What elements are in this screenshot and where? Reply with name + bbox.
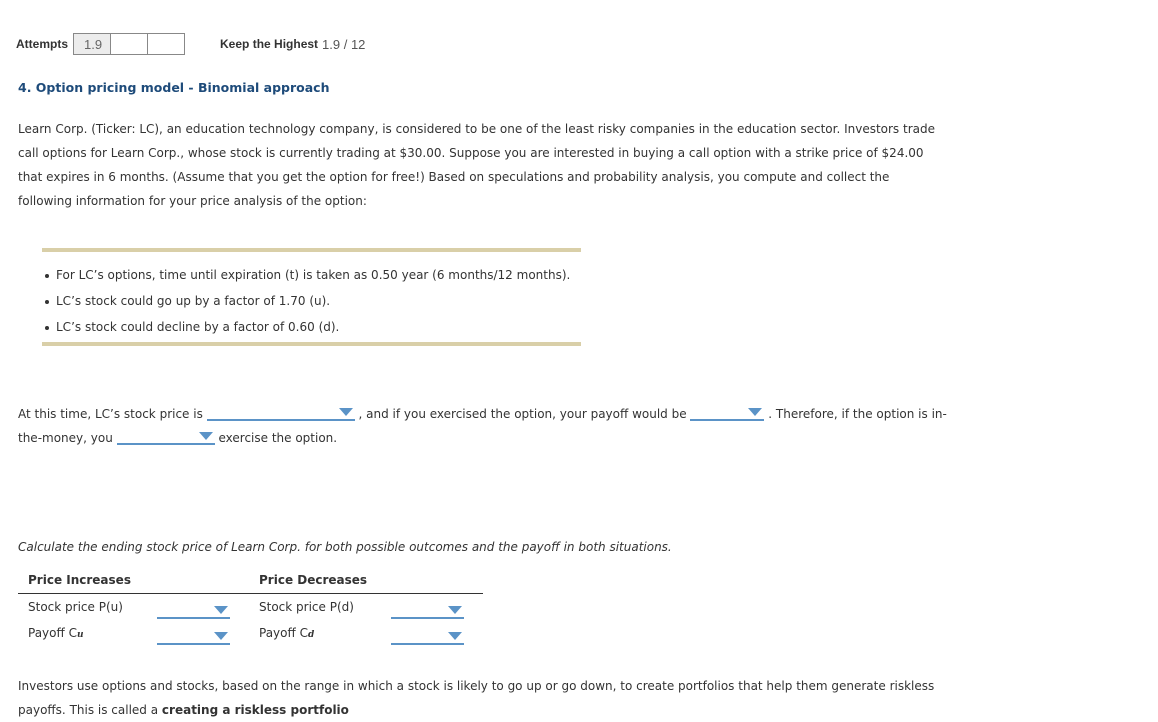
question-intro: Learn Corp. (Ticker: LC), an education t… (18, 122, 935, 208)
chevron-down-icon (448, 632, 462, 640)
chevron-down-icon (748, 408, 763, 416)
header-divider (18, 593, 483, 594)
fill-text-1: At this time, LC’s stock price is (18, 407, 203, 421)
question-title: 4. Option pricing model - Binomial appro… (18, 80, 330, 95)
chevron-down-icon (214, 606, 228, 614)
info-item: For LC’s options, time until expiration … (42, 262, 570, 288)
fill-in-paragraph: At this time, LC’s stock price is , and … (18, 402, 948, 450)
info-item: LC’s stock could go up by a factor of 1.… (42, 288, 570, 314)
cd-dropdown[interactable] (391, 629, 464, 645)
chevron-down-icon (198, 432, 213, 440)
fill-text-4: exercise the option. (218, 431, 338, 445)
calc-instructions: Calculate the ending stock price of Lear… (18, 540, 672, 554)
portfolio-paragraph: Investors use options and stocks, based … (18, 679, 935, 717)
cu-dropdown[interactable] (157, 629, 230, 645)
attempts-label: Attempts (16, 37, 69, 51)
score-value: 1.9 / 12 (322, 36, 366, 52)
chevron-down-icon (448, 606, 462, 614)
pd-label: Stock price P(d) (259, 600, 354, 614)
col-header-increase: Price Increases (28, 573, 131, 587)
cu-label: Payoff Cu (28, 626, 84, 640)
stock-price-dropdown[interactable] (206, 405, 355, 421)
attempt-box-2 (110, 33, 149, 55)
fill-text-2: , and if you exercised the option, your … (358, 407, 687, 421)
exercise-dropdown[interactable] (116, 429, 215, 445)
cd-label: Payoff Cd (259, 626, 315, 640)
attempt-box-3 (147, 33, 186, 55)
attempt-box-1: 1.9 (73, 33, 112, 55)
chevron-down-icon (338, 408, 353, 416)
attempts-bar: Attempts 1.9 Keep the Highest 1.9 / 12 (16, 32, 365, 56)
pd-dropdown[interactable] (391, 603, 464, 619)
chevron-down-icon (214, 632, 228, 640)
info-item: LC’s stock could decline by a factor of … (42, 314, 570, 340)
info-box: For LC’s options, time until expiration … (42, 248, 581, 346)
pu-dropdown[interactable] (157, 603, 230, 619)
payoff-dropdown[interactable] (690, 405, 765, 421)
col-header-decrease: Price Decreases (259, 573, 368, 587)
pu-label: Stock price P(u) (28, 600, 123, 614)
keep-highest-label: Keep the Highest (220, 37, 319, 51)
